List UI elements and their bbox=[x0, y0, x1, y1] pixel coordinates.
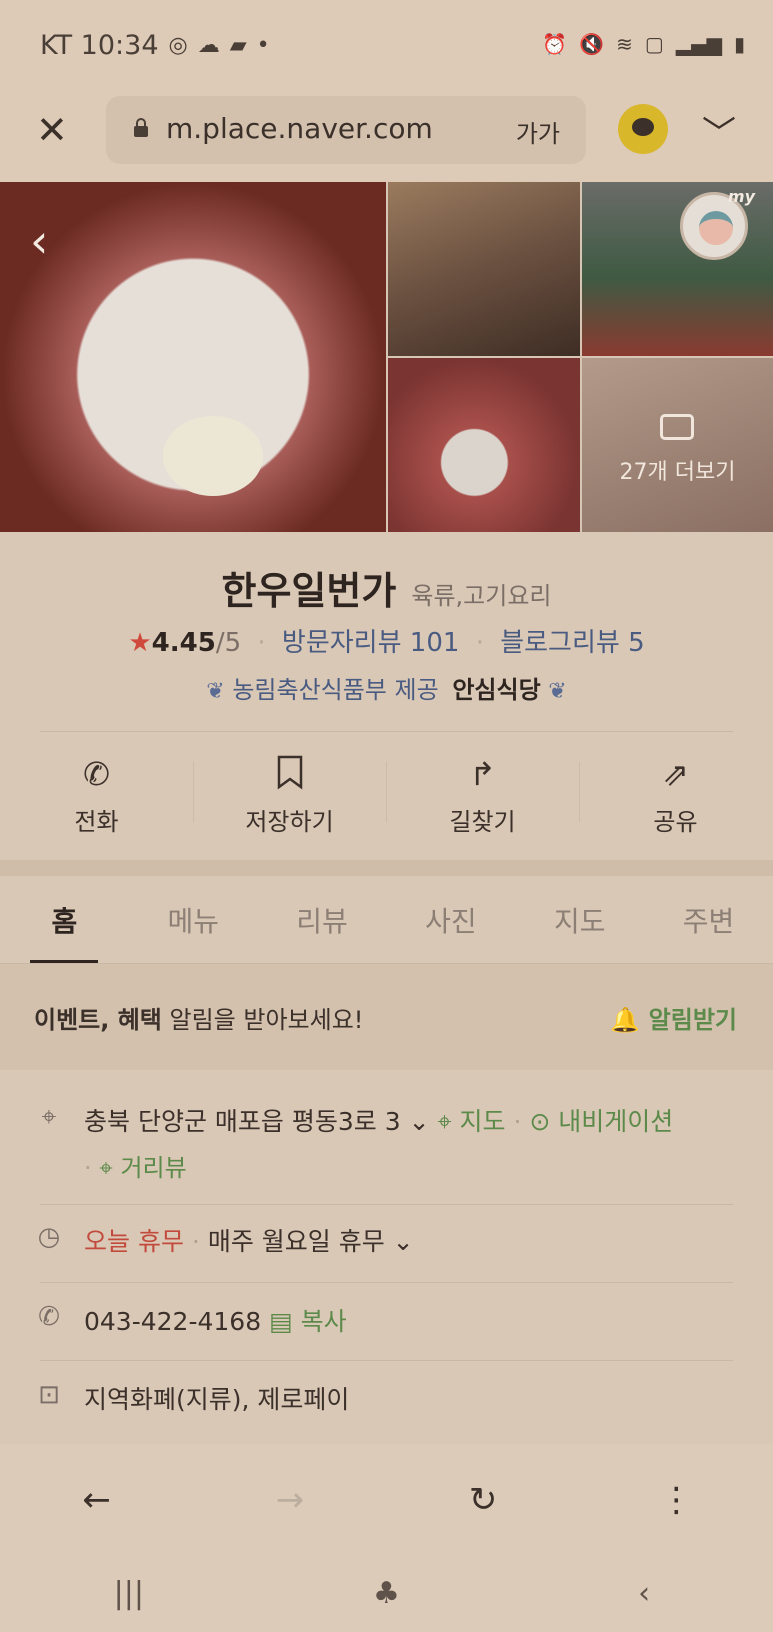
signal-icon: ▂▄▆ bbox=[675, 32, 722, 56]
avatar bbox=[699, 211, 733, 245]
hours-detail: 매주 월요일 휴무 bbox=[207, 1227, 385, 1256]
recent-apps-icon[interactable]: ||| bbox=[0, 1556, 258, 1632]
tab-photos[interactable]: 사진 bbox=[386, 876, 515, 963]
cert-org: 농림축산식품부 제공 bbox=[232, 676, 439, 704]
notice-text: 알림을 받아보세요! bbox=[161, 1006, 364, 1034]
photo-interior[interactable] bbox=[388, 182, 580, 356]
text-size-button[interactable]: 가가 bbox=[516, 114, 560, 149]
place-info: ⌖ 충북 단양군 매포읍 평동3로 3 ⌄ ⌖ 지도 · ⊙ 내비게이션 · ⌖… bbox=[0, 1070, 773, 1444]
browser-toolbar: ← → ↻ ⋮ bbox=[0, 1444, 773, 1556]
url-text: m.place.naver.com bbox=[166, 112, 433, 145]
street-view-link[interactable]: ⌖ 거리뷰 bbox=[99, 1154, 186, 1182]
place-category: 육류,고기요리 bbox=[411, 582, 552, 610]
address-text[interactable]: 충북 단양군 매포읍 평동3로 3 bbox=[84, 1107, 401, 1136]
place-name: 한우일번가 bbox=[221, 569, 397, 613]
more-options-icon[interactable]: ⋮ bbox=[580, 1444, 773, 1556]
call-button[interactable]: ✆ 전화 bbox=[0, 732, 193, 860]
tab-nearby[interactable]: 주변 bbox=[644, 876, 773, 963]
payment-methods: 지역화폐(지류), 제로페이 bbox=[84, 1385, 350, 1414]
address-row: ⌖ 충북 단양군 매포읍 평동3로 3 ⌄ ⌖ 지도 · ⊙ 내비게이션 · ⌖… bbox=[0, 1102, 773, 1212]
mute-icon: 🔇 bbox=[579, 32, 605, 56]
chevron-down-icon[interactable]: ⌄ bbox=[409, 1107, 430, 1136]
phone-number[interactable]: 043-422-4168 bbox=[84, 1307, 261, 1336]
map-link[interactable]: ⌖ 지도 bbox=[437, 1107, 505, 1136]
safe-restaurant-cert[interactable]: ❦ 농림축산식품부 제공 안심식당 ❦ bbox=[0, 670, 773, 705]
photo-gallery: 27개 더보기 ‹ my bbox=[0, 182, 773, 532]
tab-map[interactable]: 지도 bbox=[515, 876, 644, 963]
cert-badge: 안심식당 bbox=[452, 676, 541, 704]
event-notice: 이벤트, 혜택 알림을 받아보세요! 🔔 알림받기 bbox=[0, 964, 773, 1070]
alarm-icon: ⏰ bbox=[542, 32, 568, 56]
directions-icon: ↱ bbox=[469, 755, 496, 793]
carrier-time: KT 10:34 bbox=[40, 30, 159, 61]
share-icon: ⇗ bbox=[662, 755, 689, 793]
phone-icon: ✆ bbox=[83, 755, 110, 793]
visitor-reviews-link[interactable]: 방문자리뷰 101 bbox=[282, 628, 460, 658]
photo-storefront[interactable] bbox=[582, 182, 773, 356]
subscribe-alert-button[interactable]: 🔔 알림받기 bbox=[610, 1000, 737, 1035]
lock-icon bbox=[134, 118, 148, 137]
cloud-icon: ☁ bbox=[197, 33, 220, 58]
system-back-icon[interactable]: ‹ bbox=[515, 1556, 773, 1632]
main-photo[interactable] bbox=[0, 182, 386, 532]
clock-icon: ◷ bbox=[37, 1222, 61, 1252]
browser-url-bar: ✕ m.place.naver.com 가가 ﹀ bbox=[0, 92, 773, 182]
payment-icon: ⊡ bbox=[38, 1380, 60, 1410]
back-chevron-icon[interactable]: ‹ bbox=[30, 214, 48, 268]
laurel-right-icon: ❦ bbox=[548, 679, 567, 704]
compass-icon: ◎ bbox=[168, 33, 188, 58]
my-label: my bbox=[727, 187, 755, 206]
hd-icon: ▢ bbox=[644, 32, 664, 56]
battery-icon: ▮ bbox=[733, 32, 745, 56]
status-bar: KT 10:34 ◎ ☁ ▰ • ⏰ 🔇 ≋ ▢ ▂▄▆ ▮ bbox=[0, 0, 773, 92]
notification-dot: • bbox=[256, 33, 270, 58]
blog-reviews-link[interactable]: 블로그리뷰 5 bbox=[500, 628, 644, 658]
navigation-link[interactable]: ⊙ 내비게이션 bbox=[529, 1107, 673, 1136]
reload-icon[interactable]: ↻ bbox=[387, 1444, 580, 1556]
forward-arrow-icon[interactable]: → bbox=[193, 1444, 386, 1556]
address-field[interactable]: m.place.naver.com 가가 bbox=[106, 96, 586, 164]
talk-icon[interactable] bbox=[618, 104, 668, 154]
tab-menu[interactable]: 메뉴 bbox=[129, 876, 258, 963]
notice-bold: 이벤트, 혜택 bbox=[34, 1006, 162, 1034]
laurel-left-icon: ❦ bbox=[206, 679, 225, 704]
tab-home[interactable]: 홈 bbox=[0, 876, 129, 963]
close-icon[interactable]: ✕ bbox=[36, 111, 72, 149]
rating-row: ★4.45/5 · 방문자리뷰 101 · 블로그리뷰 5 bbox=[128, 628, 645, 658]
copy-button[interactable]: ▤ 복사 bbox=[269, 1307, 347, 1336]
action-bar: ✆ 전화 저장하기 ↱ 길찾기 ⇗ 공유 bbox=[0, 732, 773, 860]
more-photos-tile[interactable]: 27개 더보기 bbox=[582, 358, 773, 532]
more-photos-label: 27개 더보기 bbox=[619, 460, 736, 485]
phone-icon: ✆ bbox=[38, 1302, 60, 1332]
system-nav-bar: ||| ♣ ‹ bbox=[0, 1556, 773, 1632]
home-leaf-icon[interactable]: ♣ bbox=[258, 1556, 516, 1632]
back-arrow-icon[interactable]: ← bbox=[0, 1444, 193, 1556]
pill-icon: ▰ bbox=[229, 33, 247, 58]
save-button[interactable]: 저장하기 bbox=[193, 732, 386, 860]
chevron-down-icon[interactable]: ⌄ bbox=[393, 1227, 414, 1256]
place-tabs: 홈 메뉴 리뷰 사진 지도 주변 bbox=[0, 876, 773, 964]
my-profile-badge[interactable]: my bbox=[680, 187, 755, 260]
place-header: 한우일번가 육류,고기요리 ★4.45/5 · 방문자리뷰 101 · 블로그리… bbox=[0, 532, 773, 732]
camera-icon bbox=[660, 414, 694, 440]
chevron-down-icon[interactable]: ﹀ bbox=[702, 106, 736, 155]
wifi-icon: ≋ bbox=[616, 32, 633, 56]
rating-max: /5 bbox=[215, 628, 242, 658]
location-pin-icon: ⌖ bbox=[41, 1102, 57, 1132]
rating-score: 4.45 bbox=[151, 628, 216, 658]
bell-icon: 🔔 bbox=[610, 1006, 641, 1034]
photo-meat-plate[interactable] bbox=[388, 358, 580, 532]
share-button[interactable]: ⇗ 공유 bbox=[579, 732, 772, 860]
bookmark-icon bbox=[270, 754, 310, 794]
hours-status: 오늘 휴무 bbox=[84, 1227, 184, 1256]
directions-button[interactable]: ↱ 길찾기 bbox=[386, 732, 579, 860]
star-icon: ★ bbox=[128, 628, 152, 658]
tab-reviews[interactable]: 리뷰 bbox=[258, 876, 387, 963]
